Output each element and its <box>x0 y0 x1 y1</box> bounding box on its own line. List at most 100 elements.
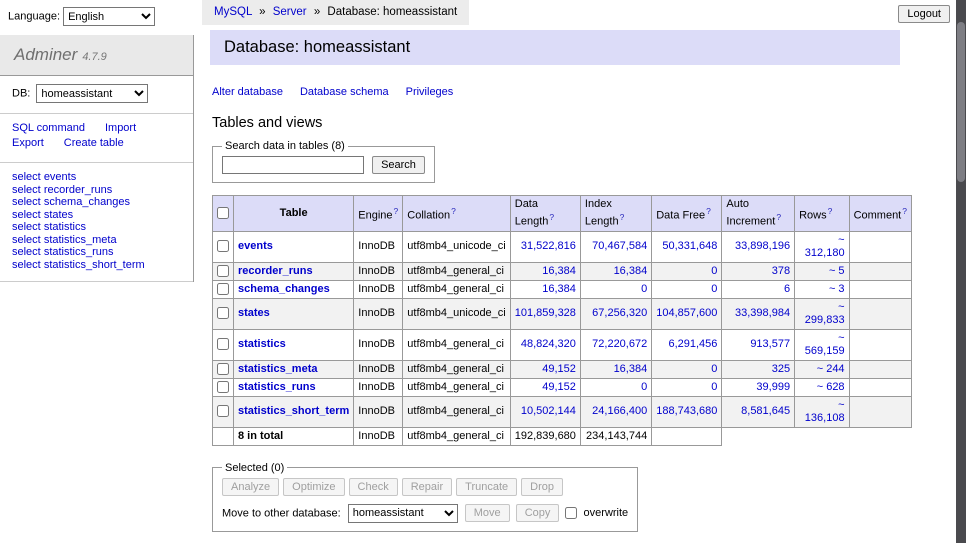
scrollbar-thumb[interactable] <box>957 22 965 182</box>
auto-increment-link[interactable]: 33,398,984 <box>735 307 790 319</box>
auto-increment-link[interactable]: 378 <box>772 265 790 277</box>
data-free-link[interactable]: 0 <box>711 283 717 295</box>
auto-increment-link[interactable]: 6 <box>784 283 790 295</box>
bulk-action-button[interactable]: Drop <box>521 478 563 496</box>
data-free-link[interactable]: 104,857,600 <box>656 307 717 319</box>
table-name-link[interactable]: recorder_runs <box>238 265 313 277</box>
db-select[interactable]: homeassistant <box>36 84 148 103</box>
move-db-select[interactable]: homeassistant <box>348 504 458 523</box>
rows-count-link[interactable]: ~ 5 <box>829 265 845 277</box>
rows-count-link[interactable]: ~ 3 <box>829 283 845 295</box>
sidebar-table-link[interactable]: statistics_meta <box>44 234 117 246</box>
comment-help-link[interactable]: ? <box>902 206 907 216</box>
database-action-link[interactable]: Database schema <box>300 86 389 98</box>
logout-button[interactable]: Logout <box>898 5 950 23</box>
data-length-link[interactable]: 101,859,328 <box>515 307 576 319</box>
rows-count-link[interactable]: ~ 136,108 <box>805 399 845 424</box>
sidebar-link[interactable]: Export <box>12 137 44 149</box>
row-checkbox[interactable] <box>217 381 229 393</box>
rows-count-link[interactable]: ~ 569,159 <box>805 332 845 357</box>
sidebar-link[interactable]: Import <box>105 122 136 134</box>
search-button[interactable]: Search <box>372 156 425 174</box>
index-length-link[interactable]: 72,220,672 <box>592 338 647 350</box>
sidebar-table-link[interactable]: statistics_runs <box>44 246 114 258</box>
sidebar-table-link[interactable]: events <box>44 171 76 183</box>
rows-count-link[interactable]: ~ 299,833 <box>805 301 845 326</box>
data-length-link[interactable]: 31,522,816 <box>521 240 576 252</box>
rows-count-link[interactable]: ~ 244 <box>817 363 845 375</box>
data-free-link[interactable]: 6,291,456 <box>668 338 717 350</box>
auto-increment-link[interactable]: 913,577 <box>750 338 790 350</box>
sidebar-link[interactable]: Create table <box>64 137 124 149</box>
row-checkbox[interactable] <box>217 363 229 375</box>
auto-increment-link[interactable]: 33,898,196 <box>735 240 790 252</box>
breadcrumb-server-link[interactable]: Server <box>273 6 307 18</box>
overwrite-checkbox[interactable] <box>565 507 577 519</box>
scrollbar[interactable] <box>956 0 966 543</box>
auto-increment-help-link[interactable]: ? <box>776 212 781 222</box>
row-checkbox[interactable] <box>217 265 229 277</box>
table-name-link[interactable]: states <box>238 307 270 319</box>
index-length-link[interactable]: 24,166,400 <box>592 405 647 417</box>
row-checkbox[interactable] <box>217 307 229 319</box>
auto-increment-link[interactable]: 39,999 <box>756 381 790 393</box>
row-checkbox[interactable] <box>217 240 229 252</box>
data-free-link[interactable]: 0 <box>711 265 717 277</box>
index-length-link[interactable]: 70,467,584 <box>592 240 647 252</box>
row-checkbox[interactable] <box>217 283 229 295</box>
sidebar-table-link[interactable]: states <box>44 209 73 221</box>
database-action-link[interactable]: Privileges <box>406 86 454 98</box>
auto-increment-link[interactable]: 325 <box>772 363 790 375</box>
data-length-link[interactable]: 49,152 <box>542 363 576 375</box>
auto-increment-link[interactable]: 8,581,645 <box>741 405 790 417</box>
row-checkbox[interactable] <box>217 405 229 417</box>
table-name-link[interactable]: statistics_short_term <box>238 405 349 417</box>
sidebar-table-link[interactable]: schema_changes <box>44 196 130 208</box>
row-checkbox[interactable] <box>217 338 229 350</box>
copy-button[interactable]: Copy <box>516 504 560 522</box>
search-input[interactable] <box>222 156 364 174</box>
data-free-link[interactable]: 50,331,648 <box>662 240 717 252</box>
index-length-link[interactable]: 67,256,320 <box>592 307 647 319</box>
sidebar-table-link[interactable]: statistics_short_term <box>44 259 145 271</box>
data-free-help-link[interactable]: ? <box>706 206 711 216</box>
sidebar-select-link[interactable]: select <box>12 246 41 258</box>
data-length-link[interactable]: 16,384 <box>542 265 576 277</box>
database-action-link[interactable]: Alter database <box>212 86 283 98</box>
data-length-link[interactable]: 10,502,144 <box>521 405 576 417</box>
table-name-link[interactable]: statistics_runs <box>238 381 316 393</box>
collation-help-link[interactable]: ? <box>451 206 456 216</box>
data-length-help-link[interactable]: ? <box>549 212 554 222</box>
select-all-checkbox[interactable] <box>217 207 229 219</box>
data-length-link[interactable]: 16,384 <box>542 283 576 295</box>
rows-help-link[interactable]: ? <box>828 206 833 216</box>
sidebar-select-link[interactable]: select <box>12 171 41 183</box>
bulk-action-button[interactable]: Truncate <box>456 478 517 496</box>
sidebar-select-link[interactable]: select <box>12 221 41 233</box>
sidebar-select-link[interactable]: select <box>12 234 41 246</box>
rows-count-link[interactable]: ~ 312,180 <box>805 234 845 259</box>
data-length-link[interactable]: 48,824,320 <box>521 338 576 350</box>
data-free-link[interactable]: 0 <box>711 381 717 393</box>
table-name-link[interactable]: schema_changes <box>238 283 330 295</box>
table-name-link[interactable]: statistics_meta <box>238 363 318 375</box>
index-length-help-link[interactable]: ? <box>620 212 625 222</box>
table-name-link[interactable]: statistics <box>238 338 286 350</box>
language-select[interactable]: English <box>63 7 155 26</box>
table-name-link[interactable]: events <box>238 240 273 252</box>
sidebar-select-link[interactable]: select <box>12 184 41 196</box>
index-length-link[interactable]: 0 <box>641 381 647 393</box>
sidebar-select-link[interactable]: select <box>12 209 41 221</box>
bulk-action-button[interactable]: Optimize <box>283 478 344 496</box>
sidebar-link[interactable]: SQL command <box>12 122 85 134</box>
data-free-link[interactable]: 0 <box>711 363 717 375</box>
bulk-action-button[interactable]: Analyze <box>222 478 279 496</box>
engine-help-link[interactable]: ? <box>394 206 399 216</box>
bulk-action-button[interactable]: Repair <box>402 478 452 496</box>
sidebar-select-link[interactable]: select <box>12 259 41 271</box>
rows-count-link[interactable]: ~ 628 <box>817 381 845 393</box>
index-length-link[interactable]: 16,384 <box>614 363 648 375</box>
version-link[interactable]: 4.7.9 <box>82 51 106 63</box>
sidebar-select-link[interactable]: select <box>12 196 41 208</box>
index-length-link[interactable]: 16,384 <box>614 265 648 277</box>
